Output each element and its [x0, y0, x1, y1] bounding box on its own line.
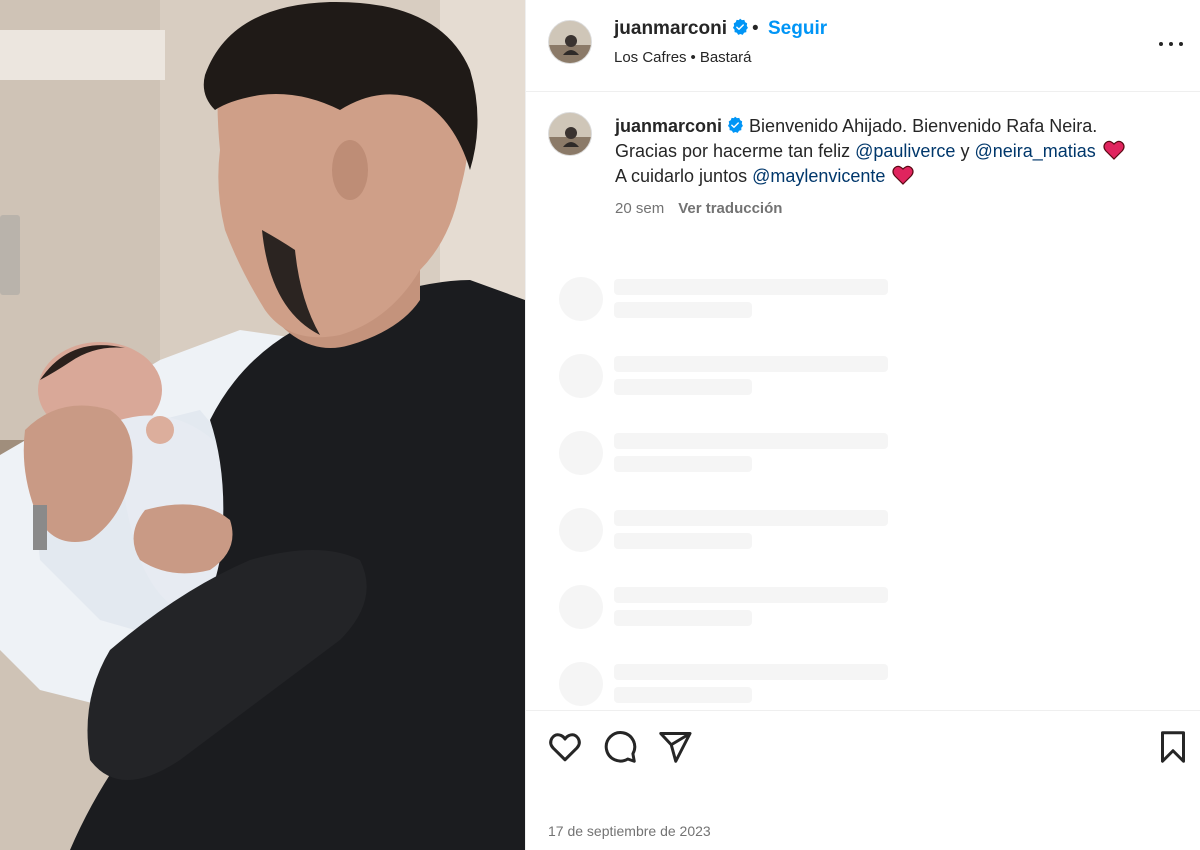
caption-joiner: y [960, 141, 970, 161]
skeleton-row [559, 275, 959, 352]
verified-badge-icon [732, 18, 748, 35]
bookmark-icon[interactable] [1155, 729, 1191, 765]
red-heart-emoji-icon [1103, 140, 1125, 160]
post-header: juanmarconi • Seguir Los Cafres • Bastará [526, 0, 1200, 92]
avatar-image [549, 21, 591, 63]
red-heart-emoji-icon [892, 165, 915, 185]
skeleton-row [559, 583, 959, 660]
caption-line-2-prefix: Gracias por hacerme tan feliz [615, 141, 851, 161]
follow-button[interactable]: Seguir [768, 18, 827, 40]
audio-info[interactable]: Los Cafres • Bastará [614, 49, 752, 66]
more-options-icon[interactable] [1157, 30, 1185, 58]
caption-meta: 20 sem Ver traducción [615, 200, 782, 217]
caption-line-2: Gracias por hacerme tan feliz @pauliverc… [615, 139, 1175, 164]
post-photo[interactable] [0, 0, 525, 850]
mention-link[interactable]: @pauliverce [855, 141, 955, 161]
audio-song[interactable]: Bastará [700, 49, 752, 66]
comment-bubble-icon[interactable] [602, 729, 638, 765]
caption-line-3: A cuidarlo juntos @maylenvicente [615, 164, 1175, 189]
avatar[interactable] [548, 20, 592, 64]
caption-line-3-prefix: A cuidarlo juntos [615, 166, 748, 186]
mention-link[interactable]: @maylenvicente [752, 166, 885, 186]
action-bar [526, 710, 1200, 780]
caption-username[interactable]: juanmarconi [615, 116, 744, 136]
username-text[interactable]: juanmarconi [614, 18, 727, 39]
time-ago[interactable]: 20 sem [615, 200, 664, 217]
instagram-post: juanmarconi • Seguir Los Cafres • Bastará [0, 0, 1200, 850]
caption-text: juanmarconi Bienvenido Ahijado. Bienveni… [615, 114, 1175, 189]
skeleton-row [559, 429, 959, 506]
post-details-panel: juanmarconi • Seguir Los Cafres • Bastará [525, 0, 1200, 850]
caption-line-1-text: Bienvenido Ahijado. Bienvenido Rafa Neir… [749, 116, 1098, 136]
paper-plane-icon[interactable] [657, 729, 693, 765]
comments-loading-skeleton [559, 275, 959, 737]
avatar-image [549, 113, 591, 155]
audio-artist[interactable]: Los Cafres [614, 49, 687, 66]
post-date[interactable]: 17 de septiembre de 2023 [548, 823, 711, 839]
heart-outline-icon[interactable] [547, 729, 583, 765]
verified-badge-icon [728, 116, 743, 133]
translate-button[interactable]: Ver traducción [678, 200, 782, 217]
audio-separator: • [690, 49, 696, 66]
username[interactable]: juanmarconi [614, 18, 749, 40]
caption-line-1: juanmarconi Bienvenido Ahijado. Bienveni… [615, 114, 1175, 139]
caption-avatar[interactable] [548, 112, 592, 156]
skeleton-row [559, 352, 959, 429]
separator-dot: • [752, 18, 759, 39]
photo-illustration [0, 0, 525, 850]
skeleton-row [559, 506, 959, 583]
mention-link[interactable]: @neira_matias [974, 141, 1095, 161]
caption-username-text[interactable]: juanmarconi [615, 116, 722, 136]
